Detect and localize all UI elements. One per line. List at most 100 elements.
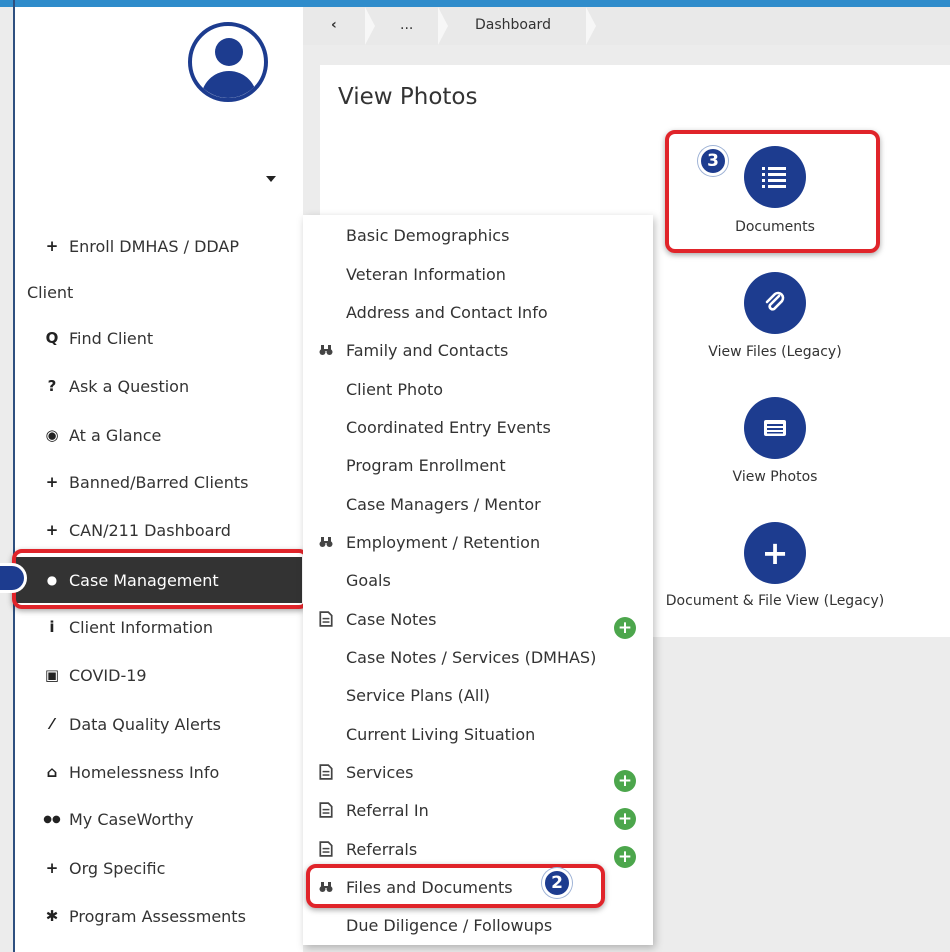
sidebar-item-homelessness-info[interactable]: ⌂ Homelessness Info <box>15 752 303 792</box>
step-3-badge: 3 <box>698 146 728 176</box>
menu-item-label: Veteran Information <box>346 264 506 284</box>
menu-item-label: Employment / Retention <box>346 532 541 552</box>
menu-item-goals[interactable]: Goals <box>303 565 653 595</box>
document-file-view-legacy-tile-button[interactable]: + <box>744 522 806 584</box>
sidebar-item-at-a-glance[interactable]: ◉ At a Glance <box>15 415 303 455</box>
menu-item-label: Case Notes <box>346 609 437 629</box>
menu-item-address-and-contact-info[interactable]: Address and Contact Info <box>303 297 653 327</box>
sidebar-item-find-client[interactable]: Q Find Client <box>15 318 303 358</box>
plus-icon: + <box>45 473 59 491</box>
medkit-icon: ▣ <box>44 666 60 684</box>
menu-item-case-notes-services-dmhas[interactable]: Case Notes / Services (DMHAS) <box>303 642 653 672</box>
menu-item-label: Address and Contact Info <box>346 302 548 322</box>
sidebar-item-data-quality-alerts[interactable]: ⁄ Data Quality Alerts <box>15 704 303 744</box>
documents-tile-button[interactable] <box>744 146 806 208</box>
menu-item-employment-retention[interactable]: Employment / Retention <box>303 527 653 557</box>
breadcrumb-separator <box>365 7 375 45</box>
menu-item-services[interactable]: Services <box>303 757 653 787</box>
breadcrumb-current[interactable]: Dashboard <box>475 17 551 33</box>
menu-item-referral-in[interactable]: Referral In <box>303 795 653 825</box>
view-files-legacy-tile-button[interactable] <box>744 272 806 334</box>
plus-icon: + <box>45 859 59 877</box>
menu-item-due-diligence-followups[interactable]: Due Diligence / Followups <box>303 910 653 940</box>
view-photos-tile-label[interactable]: View Photos <box>700 469 850 485</box>
target-icon: ◉ <box>45 426 59 444</box>
menu-item-current-living-situation[interactable]: Current Living Situation <box>303 719 653 749</box>
plus-icon: + <box>761 534 789 572</box>
page-title: View Photos <box>338 84 478 110</box>
user-avatar[interactable] <box>188 22 268 102</box>
menu-item-case-notes[interactable]: Case Notes <box>303 604 653 634</box>
info-icon: i <box>49 618 55 636</box>
home-icon: ⌂ <box>46 763 58 781</box>
sidebar-section-client: Client <box>27 283 74 302</box>
breadcrumb-ellipsis[interactable]: ... <box>400 17 413 33</box>
sidebar-item-case-management[interactable]: ● Case Management <box>15 557 302 603</box>
add-services-button[interactable]: + <box>614 770 636 792</box>
sidebar-item-label: Case Management <box>69 570 219 590</box>
menu-item-label: Program Enrollment <box>346 455 506 475</box>
menu-item-coordinated-entry-events[interactable]: Coordinated Entry Events <box>303 412 653 442</box>
step-2-badge: 2 <box>542 868 572 898</box>
caret-down-icon[interactable] <box>266 176 276 182</box>
menu-item-label: Basic Demographics <box>346 225 510 245</box>
menu-item-label: Referrals <box>346 839 418 859</box>
avatar-body-shape <box>201 71 257 98</box>
sidebar-item-label: My CaseWorthy <box>69 809 194 829</box>
menu-item-label: Coordinated Entry Events <box>346 417 551 437</box>
menu-item-case-managers-mentor[interactable]: Case Managers / Mentor <box>303 489 653 519</box>
sidebar-item-enroll-dmhas-ddap[interactable]: + Enroll DMHAS / DDAP <box>15 226 303 266</box>
view-photos-tile-button[interactable] <box>744 397 806 459</box>
view-files-legacy-tile-label[interactable]: View Files (Legacy) <box>690 344 860 360</box>
sidebar-item-program-assessments[interactable]: ✱ Program Assessments <box>15 896 303 936</box>
document-file-view-legacy-tile-label[interactable]: Document & File View (Legacy) <box>645 593 905 609</box>
question-icon: ? <box>47 377 57 395</box>
add-case-notes-button[interactable]: + <box>614 617 636 639</box>
menu-item-client-photo[interactable]: Client Photo <box>303 374 653 404</box>
menu-item-basic-demographics[interactable]: Basic Demographics <box>303 220 653 250</box>
search-icon: Q <box>45 329 59 347</box>
sidebar-item-label: Banned/Barred Clients <box>69 472 249 492</box>
sidebar-item-can-211-dashboard[interactable]: + CAN/211 Dashboard <box>15 510 303 550</box>
menu-item-referrals[interactable]: Referrals <box>303 834 653 864</box>
sidebar-item-ask-a-question[interactable]: ? Ask a Question <box>15 366 303 406</box>
users-icon: ●● <box>43 813 61 825</box>
breadcrumb-separator <box>438 7 448 45</box>
menu-item-label: Due Diligence / Followups <box>346 915 553 935</box>
add-referral-in-button[interactable]: + <box>614 808 636 830</box>
breadcrumb-back[interactable]: ‹ <box>331 17 337 33</box>
menu-item-files-and-documents[interactable]: Files and Documents <box>303 872 653 902</box>
plus-icon: + <box>45 237 59 255</box>
document-icon <box>319 764 333 780</box>
sidebar-item-covid-19[interactable]: ▣ COVID-19 <box>15 655 303 695</box>
menu-item-label: Case Notes / Services (DMHAS) <box>346 647 597 667</box>
top-accent-bar <box>0 0 950 7</box>
sidebar-item-label: Program Assessments <box>69 906 246 926</box>
sidebar-item-org-specific[interactable]: + Org Specific <box>15 848 303 888</box>
sidebar-item-label: Enroll DMHAS / DDAP <box>69 236 240 256</box>
breadcrumb: ‹ ... Dashboard <box>303 7 950 45</box>
documents-tile-label[interactable]: Documents <box>700 219 850 235</box>
image-icon <box>764 420 786 436</box>
sidebar-item-label: Find Client <box>69 328 154 348</box>
sidebar-item-label: COVID-19 <box>69 665 147 685</box>
menu-item-label: Family and Contacts <box>346 340 509 360</box>
menu-item-family-and-contacts[interactable]: Family and Contacts <box>303 335 653 365</box>
menu-item-label: Files and Documents <box>346 877 513 897</box>
sidebar-item-label: Org Specific <box>69 858 166 878</box>
binoculars-icon <box>319 882 333 892</box>
menu-item-veteran-information[interactable]: Veteran Information <box>303 259 653 289</box>
add-referrals-button[interactable]: + <box>614 846 636 868</box>
menu-item-service-plans-all[interactable]: Service Plans (All) <box>303 680 653 710</box>
plus-icon: + <box>45 521 59 539</box>
menu-item-program-enrollment[interactable]: Program Enrollment <box>303 450 653 480</box>
menu-item-label: Service Plans (All) <box>346 685 490 705</box>
magic-wand-icon: ⁄ <box>50 715 54 733</box>
sidebar-item-banned-barred-clients[interactable]: + Banned/Barred Clients <box>15 462 303 502</box>
menu-item-label: Referral In <box>346 800 429 820</box>
sidebar-item-client-information[interactable]: i Client Information <box>15 607 303 647</box>
sidebar-item-label: Data Quality Alerts <box>69 714 221 734</box>
binoculars-icon <box>319 345 333 355</box>
sidebar-item-my-caseworthy[interactable]: ●● My CaseWorthy <box>15 799 303 839</box>
sidebar-item-label: CAN/211 Dashboard <box>69 520 231 540</box>
